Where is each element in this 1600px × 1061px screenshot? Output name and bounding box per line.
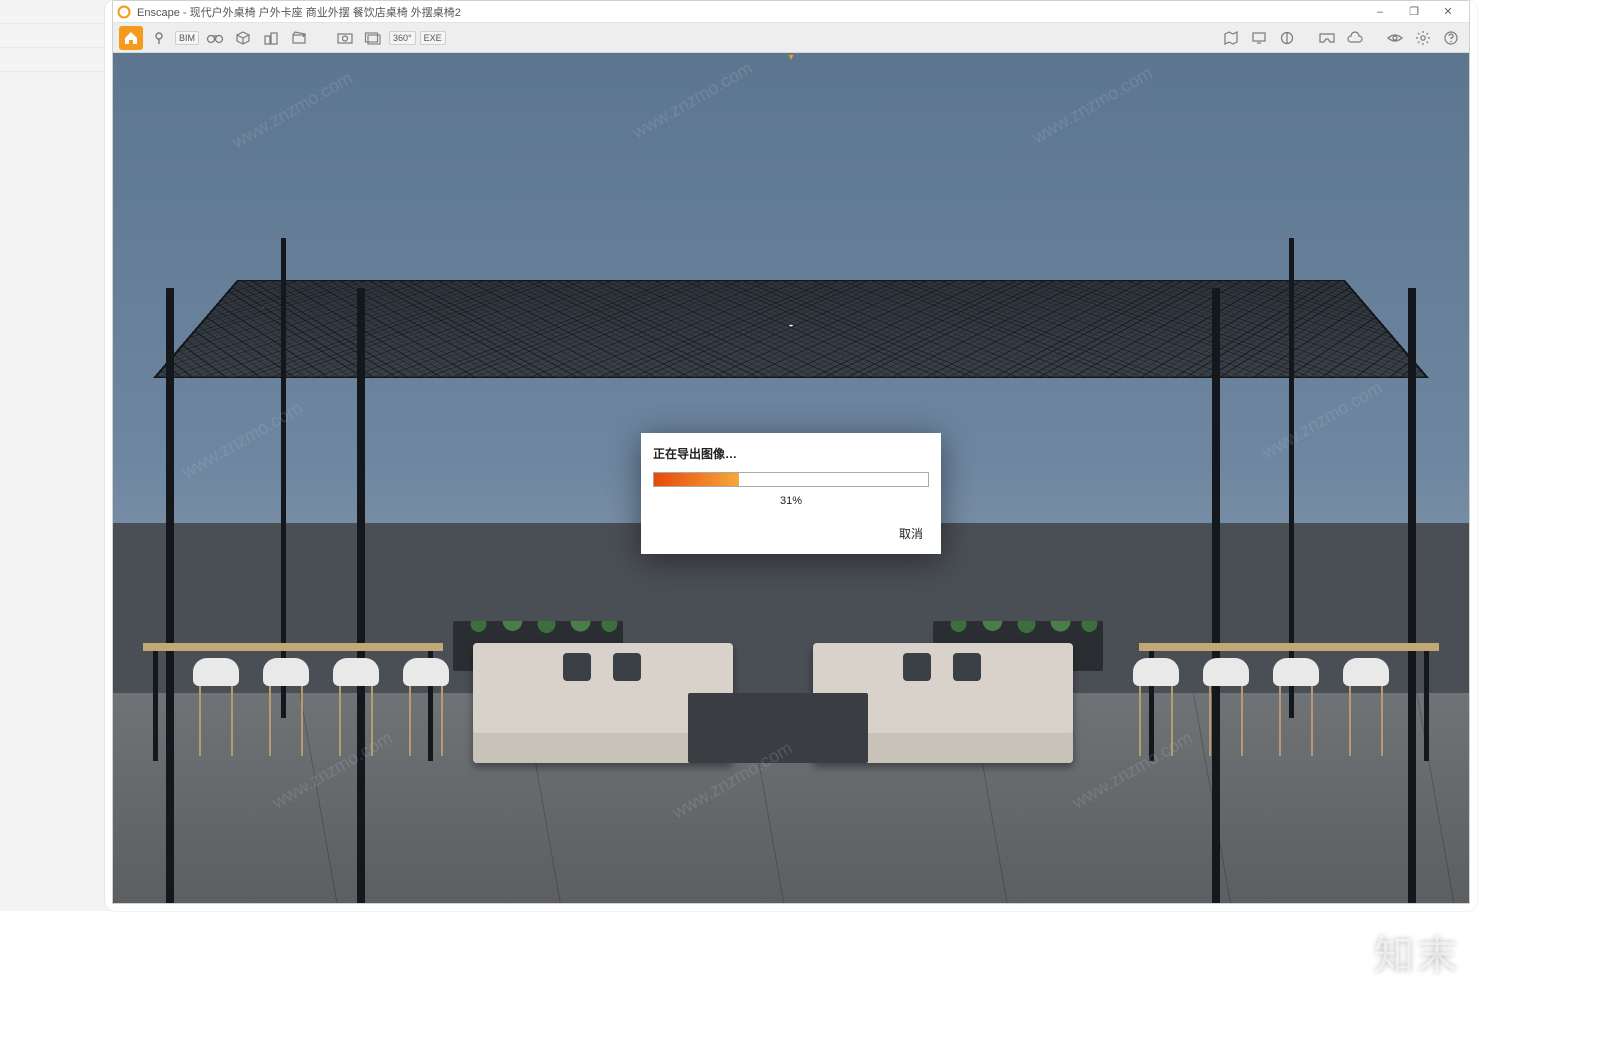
monitor-button[interactable] — [1247, 26, 1271, 50]
cube-mode-button[interactable] — [1275, 26, 1299, 50]
scene-bar-table — [143, 643, 443, 651]
map-button[interactable] — [1219, 26, 1243, 50]
minimize-button[interactable]: – — [1363, 2, 1397, 22]
maximize-button[interactable]: ❐ — [1397, 2, 1431, 22]
enscape-window: Enscape - 现代户外桌椅 户外卡座 商业外摆 餐饮店桌椅 外摆桌椅2 –… — [112, 0, 1470, 904]
vr-button[interactable] — [1315, 26, 1339, 50]
toolbar-collapse-chevron-icon[interactable]: ▾ — [776, 53, 806, 62]
render-viewport[interactable]: ▾ 正 — [113, 53, 1469, 903]
views-button[interactable] — [231, 26, 255, 50]
toolbar: BIM 360° EXE — [113, 23, 1469, 53]
scene-stool — [1343, 658, 1389, 686]
buildings-button[interactable] — [259, 26, 283, 50]
pano-360-button[interactable]: 360° — [389, 31, 416, 45]
pin-button[interactable] — [147, 26, 171, 50]
scene-stool — [333, 658, 379, 686]
watermark-id: ID: 1140810912 — [1315, 993, 1470, 1016]
scene-bar-table — [1139, 643, 1439, 651]
cancel-button[interactable]: 取消 — [893, 521, 929, 546]
scene-stool — [1133, 658, 1179, 686]
close-button[interactable]: ✕ — [1431, 2, 1465, 22]
progress-fill — [654, 473, 739, 486]
progress-percent-label: 31% — [653, 495, 929, 507]
scene-stool — [403, 658, 449, 686]
export-exe-button[interactable]: EXE — [420, 31, 446, 45]
enscape-app-icon — [117, 5, 131, 19]
help-button[interactable] — [1439, 26, 1463, 50]
background-window-sliver — [0, 0, 113, 911]
titlebar: Enscape - 现代户外桌椅 户外卡座 商业外摆 餐饮店桌椅 外摆桌椅2 –… — [113, 1, 1469, 23]
home-button[interactable] — [119, 26, 143, 50]
clapperboard-button[interactable] — [287, 26, 311, 50]
export-progress-dialog: 正在导出图像… 31% 取消 — [641, 433, 941, 554]
scene-stool — [1203, 658, 1249, 686]
cloud-button[interactable] — [1343, 26, 1367, 50]
scene-stool — [1273, 658, 1319, 686]
dialog-title: 正在导出图像… — [653, 445, 929, 462]
scene-pergola — [153, 138, 1429, 658]
scene-stool — [193, 658, 239, 686]
batch-screenshot-button[interactable] — [361, 26, 385, 50]
settings-button[interactable] — [1411, 26, 1435, 50]
scene-stool — [263, 658, 309, 686]
scene-coffee-table — [688, 693, 868, 763]
progress-bar — [653, 472, 929, 487]
window-title: Enscape - 现代户外桌椅 户外卡座 商业外摆 餐饮店桌椅 外摆桌椅2 — [137, 4, 1363, 20]
binoculars-button[interactable] — [203, 26, 227, 50]
screenshot-button[interactable] — [333, 26, 357, 50]
watermark-brand: 知末 — [1374, 923, 1460, 981]
screenshot-frame: Enscape - 现代户外桌椅 户外卡座 商业外摆 餐饮店桌椅 外摆桌椅2 –… — [105, 0, 1477, 911]
visual-settings-button[interactable] — [1383, 26, 1407, 50]
bim-label[interactable]: BIM — [175, 31, 199, 45]
